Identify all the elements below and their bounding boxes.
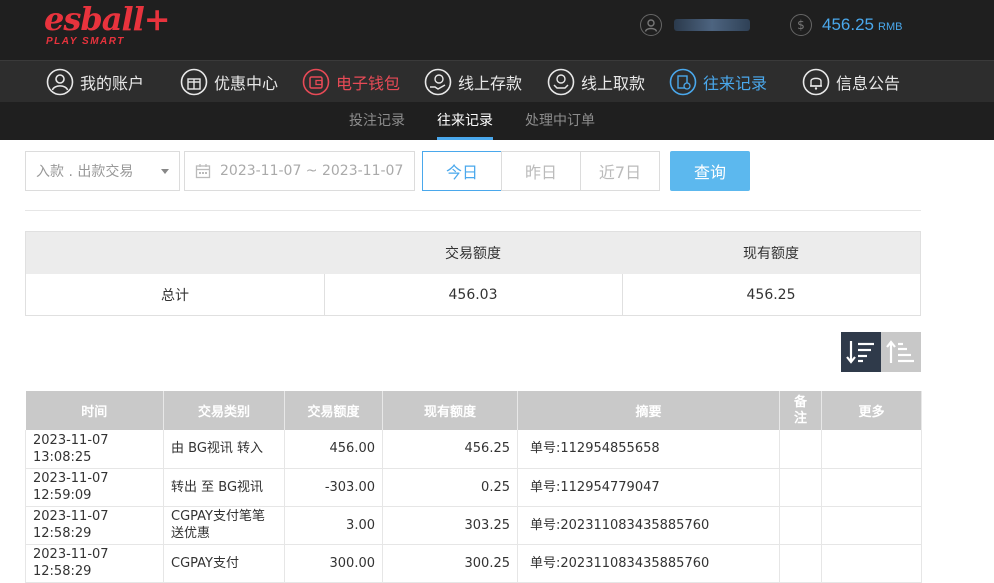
- cell-time: 2023-11-07 12:58:29: [25, 506, 164, 545]
- table-row: 2023-11-07 12:58:29 CGPAY支付 300.00 300.2…: [25, 544, 922, 583]
- cell-memo: 单号:202311083435885760: [517, 544, 780, 583]
- calendar-icon: [195, 164, 211, 179]
- nav-label: 电子钱包: [336, 74, 401, 93]
- main-nav: 我的账户 优惠中心 电子钱包 线上存款 线上取款 往来记录 信息公告: [0, 60, 994, 102]
- nav-promotions[interactable]: 优惠中心: [180, 61, 278, 103]
- cell-more[interactable]: [821, 430, 922, 469]
- range-today-button[interactable]: 今日: [422, 151, 502, 191]
- col-header-type: 交易类别: [163, 391, 285, 430]
- table-row: 2023-11-07 13:08:25 由 BG视讯 转入 456.00 456…: [25, 430, 922, 469]
- svg-text:$: $: [797, 18, 805, 32]
- deposit-icon: [424, 68, 452, 96]
- summary-current-balance: 456.25: [746, 287, 796, 303]
- summary-total-label: 总计: [161, 288, 189, 304]
- sub-nav: 投注记录 往来记录 处理中订单: [0, 102, 994, 140]
- cell-remark: [779, 506, 822, 545]
- summary-transaction-total: 456.03: [448, 287, 498, 303]
- date-range-value: 2023-11-07 ~ 2023-11-07: [220, 163, 404, 179]
- cell-amount: 456.00: [284, 430, 383, 469]
- col-header-amount: 交易额度: [284, 391, 383, 430]
- cell-memo: 单号:112954779047: [517, 468, 780, 507]
- caret-down-icon: [161, 169, 169, 174]
- summary-header-transaction: 交易额度: [445, 246, 501, 262]
- table-row: 2023-11-07 12:58:29 CGPAY支付笔笔送优惠 3.00 30…: [25, 506, 922, 545]
- nav-label: 线上存款: [458, 74, 523, 93]
- cell-time: 2023-11-07 12:59:09: [25, 468, 164, 507]
- top-bar: esball+ PLAY SMART $ 456.25 RMB: [0, 0, 994, 60]
- transaction-type-select[interactable]: 入款 . 出款交易: [25, 151, 180, 191]
- nav-online-withdraw[interactable]: 线上取款: [547, 61, 645, 103]
- range-yesterday-button[interactable]: 昨日: [501, 151, 581, 191]
- nav-my-account[interactable]: 我的账户: [46, 61, 144, 103]
- cell-more[interactable]: [821, 544, 922, 583]
- cell-more[interactable]: [821, 468, 922, 507]
- user-avatar-icon[interactable]: [640, 14, 662, 36]
- withdraw-icon: [547, 68, 575, 96]
- account-balance: 456.25: [822, 15, 874, 34]
- select-value: 入款 . 出款交易: [36, 164, 134, 180]
- query-button[interactable]: 查询: [670, 151, 750, 191]
- sort-descending-icon: [846, 341, 874, 364]
- cell-more[interactable]: [821, 506, 922, 545]
- nav-label: 往来记录: [703, 74, 768, 93]
- cell-amount: -303.00: [284, 468, 383, 507]
- cell-type: 由 BG视讯 转入: [163, 430, 285, 469]
- summary-table: 交易额度 现有额度 总计 456.03 456.25: [25, 231, 921, 316]
- col-header-memo: 摘要: [517, 391, 780, 430]
- brand-logo[interactable]: esball+ PLAY SMART: [44, 0, 171, 47]
- date-range-input[interactable]: 2023-11-07 ~ 2023-11-07: [184, 151, 415, 191]
- nav-transaction-records[interactable]: 往来记录: [669, 61, 767, 103]
- table-row: 2023-11-07 12:59:09 转出 至 BG视讯 -303.00 0.…: [25, 468, 922, 507]
- col-header-more: 更多: [821, 391, 922, 430]
- coin-icon: $: [790, 14, 812, 36]
- nav-label: 优惠中心: [214, 74, 279, 93]
- tab-bet-records[interactable]: 投注记录: [349, 102, 405, 140]
- cell-remark: [779, 468, 822, 507]
- cell-memo: 单号:202311083435885760: [517, 506, 780, 545]
- cell-remark: [779, 544, 822, 583]
- bell-icon: [802, 68, 830, 96]
- tab-pending-orders[interactable]: 处理中订单: [525, 102, 595, 140]
- cell-time: 2023-11-07 12:58:29: [25, 544, 164, 583]
- tab-transaction-records[interactable]: 往来记录: [437, 102, 493, 140]
- cell-balance: 0.25: [382, 468, 518, 507]
- transactions-table: 时间 交易类别 交易额度 现有额度 摘要 备注 更多 2023-11-07 13…: [25, 391, 922, 583]
- summary-header-balance: 现有额度: [743, 246, 799, 262]
- range-7days-button[interactable]: 近7日: [580, 151, 660, 191]
- logo-text: esball+: [44, 0, 171, 38]
- cell-memo: 单号:112954855658: [517, 430, 780, 469]
- cell-balance: 456.25: [382, 430, 518, 469]
- cell-type: CGPAY支付笔笔送优惠: [163, 506, 285, 545]
- sort-ascending-icon: [886, 340, 914, 363]
- cell-balance: 303.25: [382, 506, 518, 545]
- currency-label: RMB: [878, 21, 903, 33]
- account-area: $ 456.25 RMB: [640, 12, 902, 38]
- sort-ascending-button[interactable]: [881, 332, 921, 372]
- nav-online-deposit[interactable]: 线上存款: [424, 61, 522, 103]
- table-header-row: 时间 交易类别 交易额度 现有额度 摘要 备注 更多: [25, 391, 922, 430]
- col-header-remark: 备注: [779, 391, 822, 430]
- user-icon: [46, 68, 74, 96]
- cell-type: 转出 至 BG视讯: [163, 468, 285, 507]
- gift-icon: [180, 68, 208, 96]
- col-header-time: 时间: [25, 391, 164, 430]
- nav-label: 信息公告: [836, 74, 901, 93]
- cell-time: 2023-11-07 13:08:25: [25, 430, 164, 469]
- wallet-icon: [302, 68, 330, 96]
- records-icon: [669, 68, 697, 96]
- filter-divider: [25, 210, 921, 211]
- cell-amount: 3.00: [284, 506, 383, 545]
- nav-announcements[interactable]: 信息公告: [802, 61, 900, 103]
- col-header-balance: 现有额度: [382, 391, 518, 430]
- cell-remark: [779, 430, 822, 469]
- masked-username: [674, 19, 750, 31]
- nav-e-wallet[interactable]: 电子钱包: [302, 61, 400, 103]
- sort-descending-button[interactable]: [841, 332, 881, 372]
- cell-amount: 300.00: [284, 544, 383, 583]
- nav-label: 我的账户: [80, 74, 145, 93]
- nav-label: 线上取款: [581, 74, 646, 93]
- cell-type: CGPAY支付: [163, 544, 285, 583]
- cell-balance: 300.25: [382, 544, 518, 583]
